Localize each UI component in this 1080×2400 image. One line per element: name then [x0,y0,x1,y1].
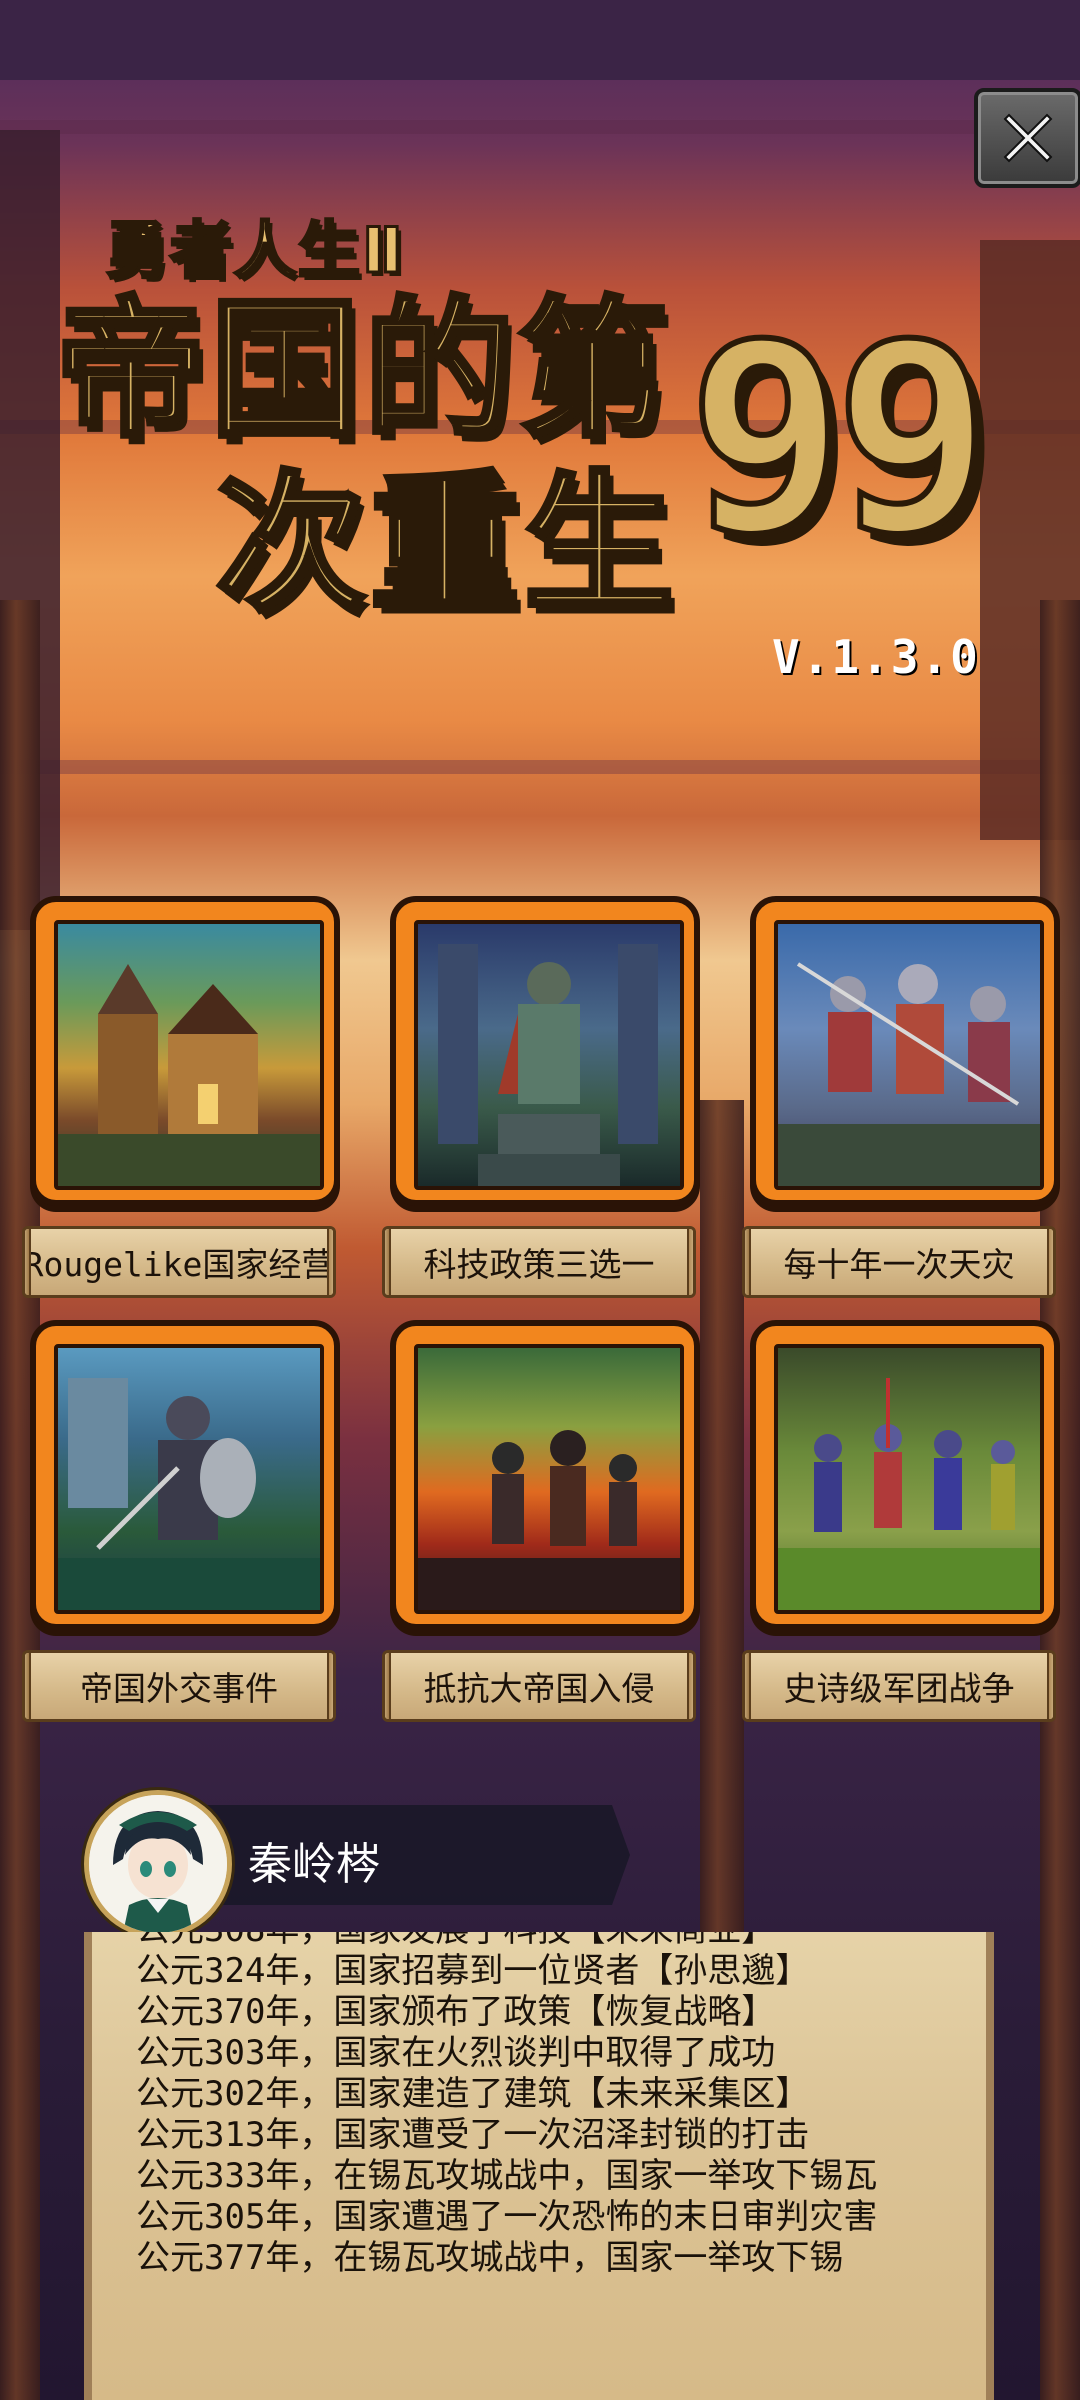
feature-label: 科技政策三选一 [382,1226,696,1298]
card-frame [750,1320,1060,1630]
cloud-stripe [0,760,1080,774]
event-log-entry: 公元308年，国家发展了科技【未来商业】 [136,1932,956,1951]
sky-band [0,0,1080,80]
feature-card-invasion[interactable]: 抵抗大帝国入侵 [382,1320,700,1722]
event-log-entry: 公元333年，在锡瓦攻城战中，国家一举攻下锡瓦 [136,2156,878,2196]
event-log-entry: 公元370年，国家颁布了政策【恢复战略】 [136,1992,776,2032]
feature-label: 抵抗大帝国入侵 [382,1650,696,1722]
card-frame [390,1320,700,1630]
character-portrait-icon [89,1795,227,1933]
card-frame [30,1320,340,1630]
armored-warrior-art [54,1344,324,1614]
feature-card-legion-war[interactable]: 史诗级军团战争 [742,1320,1060,1722]
event-log-entry: 公元377年，在锡瓦攻城战中，国家一举攻下锡 [136,2238,844,2278]
feature-label: 帝国外交事件 [22,1650,336,1722]
card-frame [390,896,700,1206]
marching-army-art [774,1344,1044,1614]
medieval-town-art [54,920,324,1190]
close-button[interactable] [974,88,1080,188]
card-frame [30,896,340,1206]
burning-battle-art [414,1344,684,1614]
feature-card-roguelike[interactable]: Rougelike国家经营 [22,896,340,1298]
feature-label: Rougelike国家经营 [22,1226,336,1298]
event-log-panel[interactable]: 公元308年，国家发展了科技【未来商业】 公元324年，国家招募到一位贤者【孙思… [84,1932,994,2400]
close-x-icon [1003,113,1053,163]
event-log-entry: 公元302年，国家建造了建筑【未来采集区】 [136,2074,810,2114]
event-log-list: 公元308年，国家发展了科技【未来商业】 公元324年，国家招募到一位贤者【孙思… [136,1932,956,2279]
character-avatar[interactable] [84,1790,232,1938]
feature-card-diplomacy[interactable]: 帝国外交事件 [22,1320,340,1722]
card-frame [750,896,1060,1206]
speaker-name: 秦岭梣 [248,1839,380,1890]
event-log-entry: 公元313年，国家遭受了一次沼泽封锁的打击 [136,2115,810,2155]
feature-card-disaster[interactable]: 每十年一次天灾 [742,896,1060,1298]
charging-soldiers-art [774,920,1044,1190]
game-title-line1: 帝国的第 [53,284,673,458]
feature-card-tech-policy[interactable]: 科技政策三选一 [382,896,700,1298]
event-log-entry: 公元303年，国家在火烈谈判中取得了成功 [136,2033,776,2073]
feature-label: 史诗级军团战争 [742,1650,1056,1722]
feature-label: 每十年一次天灾 [742,1226,1056,1298]
knight-statue-art [414,920,684,1190]
game-start-screen: 勇者人生Ⅱ 帝国的第 次重生 99 V.1.3.0 Rougelike国家经营 [0,0,1080,2400]
game-title-line2: 次重生 [213,458,679,632]
event-log-entry: 公元324年，国家招募到一位贤者【孙思邈】 [136,1951,810,1991]
game-title-number: 99 [685,289,994,591]
event-log-entry: 公元305年，国家遭遇了一次恐怖的末日审判灾害 [136,2197,878,2237]
version-label: V.1.3.0 [772,630,980,684]
cloud-stripe [0,120,1080,134]
game-subtitle: 勇者人生Ⅱ [105,213,405,289]
